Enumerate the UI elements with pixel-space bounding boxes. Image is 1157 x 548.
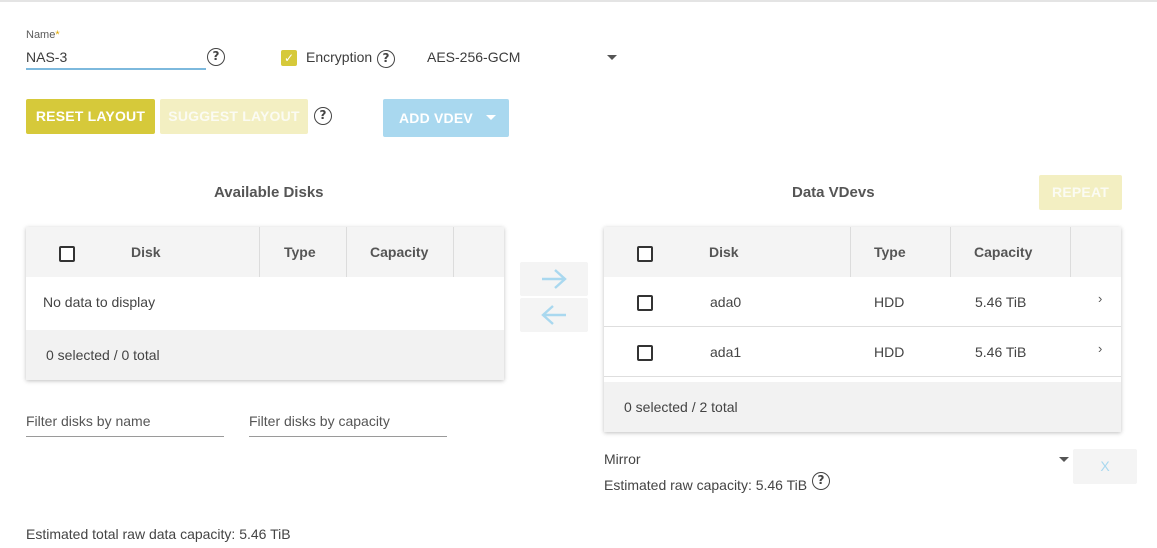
column-header-disk[interactable]: Disk: [709, 227, 739, 277]
column-header-capacity[interactable]: Capacity: [370, 227, 428, 277]
vdev-type-select[interactable]: Mirror: [604, 451, 641, 467]
encryption-label: Encryption: [306, 49, 373, 65]
available-disks-title: Available Disks: [214, 184, 324, 201]
row-checkbox[interactable]: [637, 345, 653, 361]
arrow-left-icon: [541, 305, 566, 325]
column-header-type[interactable]: Type: [874, 227, 906, 277]
move-left-button[interactable]: [520, 298, 588, 332]
help-icon[interactable]: ?: [314, 107, 332, 125]
filter-name-input[interactable]: Filter disks by name: [26, 413, 224, 437]
table-row[interactable]: ada1 HDD 5.46 TiB ›: [604, 327, 1121, 377]
table-row[interactable]: ada0 HDD 5.46 TiB ›: [604, 277, 1121, 327]
reset-layout-button[interactable]: RESET LAYOUT: [26, 99, 155, 134]
data-vdevs-table: Disk Type Capacity ada0 HDD 5.46 TiB › a…: [604, 227, 1121, 432]
estimated-raw-capacity: Estimated raw capacity: 5.46 TiB: [604, 477, 808, 493]
chevron-right-icon[interactable]: ›: [1098, 324, 1102, 374]
suggest-layout-button[interactable]: SUGGEST LAYOUT: [160, 99, 308, 134]
column-header-type[interactable]: Type: [284, 227, 316, 277]
chevron-down-icon[interactable]: [486, 115, 496, 120]
row-capacity: 5.46 TiB: [975, 294, 1027, 310]
chevron-down-icon[interactable]: [1059, 457, 1069, 462]
top-divider: [0, 0, 1157, 2]
help-icon[interactable]: ?: [377, 50, 395, 68]
table-header: Disk Type Capacity: [26, 227, 504, 277]
row-type: HDD: [874, 344, 905, 360]
name-label-text: Name: [26, 29, 56, 41]
table-footer: 0 selected / 2 total: [604, 382, 1121, 432]
chevron-down-icon[interactable]: [607, 55, 617, 60]
encryption-algorithm-select[interactable]: AES-256-GCM: [427, 49, 520, 65]
encryption-checkbox[interactable]: ✓: [281, 50, 297, 66]
table-footer: 0 selected / 0 total: [26, 330, 504, 380]
required-marker: *: [55, 29, 60, 41]
row-capacity: 5.46 TiB: [975, 344, 1027, 360]
column-header-capacity[interactable]: Capacity: [974, 227, 1032, 277]
add-vdev-button[interactable]: ADD VDEV: [383, 99, 509, 137]
help-icon[interactable]: ?: [812, 472, 830, 490]
select-all-checkbox[interactable]: [637, 246, 653, 262]
repeat-button[interactable]: REPEAT: [1039, 175, 1122, 210]
arrow-right-icon: [542, 269, 567, 289]
row-disk: ada1: [710, 344, 742, 360]
empty-message: No data to display: [43, 294, 156, 310]
filter-capacity-input[interactable]: Filter disks by capacity: [249, 413, 447, 437]
row-type: HDD: [874, 294, 905, 310]
estimated-total-raw-capacity: Estimated total raw data capacity: 5.46 …: [26, 526, 291, 542]
data-vdevs-title: Data VDevs: [792, 184, 875, 201]
chevron-right-icon[interactable]: ›: [1098, 274, 1102, 324]
remove-vdev-button[interactable]: X: [1073, 449, 1137, 484]
help-icon[interactable]: ?: [207, 48, 225, 66]
table-header: Disk Type Capacity: [604, 227, 1121, 277]
name-label: Name*: [26, 29, 60, 41]
available-disks-table: Disk Type Capacity No data to display 0 …: [26, 227, 504, 380]
move-right-button[interactable]: [520, 262, 588, 296]
column-header-disk[interactable]: Disk: [131, 227, 161, 277]
select-all-checkbox[interactable]: [59, 246, 75, 262]
add-vdev-label: ADD VDEV: [399, 110, 473, 126]
row-checkbox[interactable]: [637, 295, 653, 311]
row-disk: ada0: [710, 294, 742, 310]
name-input[interactable]: [26, 46, 206, 70]
